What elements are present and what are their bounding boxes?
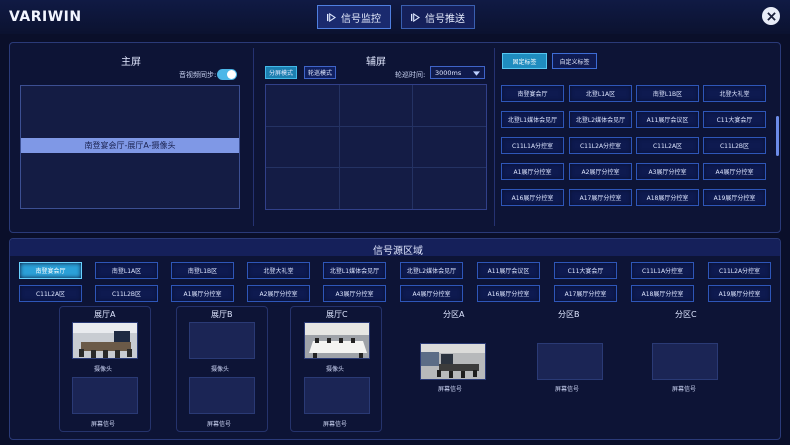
main-screen-preview[interactable]: 南登宴会厅-展厅A-摄像头 <box>20 85 240 209</box>
close-button[interactable] <box>762 7 780 25</box>
close-icon <box>766 11 776 21</box>
av-sync-toggle[interactable] <box>217 69 237 80</box>
aux-screen-title: 辅屏 <box>366 57 386 68</box>
interval-value: 3000ms <box>435 68 462 77</box>
tag-item[interactable]: C11L2A分控室 <box>569 137 632 154</box>
signal-button[interactable]: 北登L2媒体会见厅 <box>400 262 463 279</box>
main-screen-source-bar: 南登宴会厅-展厅A-摄像头 <box>21 138 239 153</box>
tag-item[interactable]: 南登L1B区 <box>636 85 699 102</box>
hall-c-camera-thumbnail[interactable] <box>304 322 370 359</box>
hall-b-camera-caption: 摄像头 <box>211 366 230 373</box>
signal-button[interactable]: C11L2A区 <box>19 285 82 302</box>
tag-item[interactable]: A19展厅分控室 <box>703 189 766 206</box>
signal-button[interactable]: A4展厅分控室 <box>400 285 463 302</box>
signal-button[interactable]: A18展厅分控室 <box>631 285 694 302</box>
tag-item[interactable]: 北登L2媒体会见厅 <box>569 111 632 128</box>
tag-item[interactable]: A4展厅分控室 <box>703 163 766 180</box>
signal-button[interactable]: 南登L1B区 <box>171 262 234 279</box>
tab-signal-push[interactable]: 信号推送 <box>401 5 475 29</box>
tab-label: 信号监控 <box>341 13 381 25</box>
signal-source-title: 信号源区域 <box>373 246 423 257</box>
tag-item[interactable]: C11大宴会厅 <box>703 111 766 128</box>
panel-divider <box>253 48 254 226</box>
main-screen-title: 主屏 <box>121 57 141 68</box>
tab-label: 信号推送 <box>425 13 465 25</box>
zone-b-title: 分区B <box>558 310 580 319</box>
meeting-room-image <box>421 344 485 379</box>
split-mode-button[interactable]: 分屏模式 <box>265 66 297 79</box>
hall-c-title: 展厅C <box>326 310 348 319</box>
tag-item[interactable]: A2展厅分控室 <box>569 163 632 180</box>
zone-a-title: 分区A <box>443 310 465 319</box>
tag-item[interactable]: A18展厅分控室 <box>636 189 699 206</box>
zone-a-screen-thumbnail[interactable] <box>420 343 486 380</box>
panel-divider <box>494 48 495 226</box>
play-skip-icon <box>327 12 336 22</box>
zone-b-screen-thumbnail[interactable] <box>537 343 603 380</box>
chevron-down-icon <box>473 71 480 76</box>
signal-button[interactable]: 北登大礼堂 <box>247 262 310 279</box>
zone-b-screen-caption: 屏幕信号 <box>555 386 580 393</box>
signal-button[interactable]: A2展厅分控室 <box>247 285 310 302</box>
interval-select[interactable]: 3000ms <box>430 66 485 79</box>
signal-button[interactable]: C11L2A分控室 <box>708 262 771 279</box>
zone-c-screen-caption: 屏幕信号 <box>672 386 697 393</box>
interval-label: 轮巡时间: <box>395 71 426 79</box>
tags-scrollbar[interactable] <box>776 116 779 156</box>
signal-button[interactable]: A11展厅会议区 <box>477 262 540 279</box>
conference-room-image <box>305 323 369 358</box>
hall-c-camera-caption: 摄像头 <box>326 366 345 373</box>
signal-button[interactable]: A17展厅分控室 <box>554 285 617 302</box>
tag-item[interactable]: A17展厅分控室 <box>569 189 632 206</box>
tag-item[interactable]: C11L1A分控室 <box>501 137 564 154</box>
av-sync-label: 音视频同步: <box>179 71 217 79</box>
signal-button[interactable]: C11大宴会厅 <box>554 262 617 279</box>
meeting-room-image <box>73 323 137 358</box>
hall-c-screen-caption: 屏幕信号 <box>323 421 348 428</box>
tab-fixed-tags[interactable]: 固定标签 <box>502 53 547 69</box>
top-bar: VARIWIN 信号监控 信号推送 <box>0 0 790 34</box>
hall-b-screen-thumbnail[interactable] <box>189 377 255 414</box>
signal-button[interactable]: 南登宴会厅 <box>19 262 82 279</box>
aux-split-grid[interactable] <box>265 84 487 210</box>
tag-item[interactable]: A11展厅会议区 <box>636 111 699 128</box>
signal-button[interactable]: C11L1A分控室 <box>631 262 694 279</box>
tag-item[interactable]: 北登大礼堂 <box>703 85 766 102</box>
tag-item[interactable]: A3展厅分控室 <box>636 163 699 180</box>
tag-item[interactable]: 北登L1A区 <box>569 85 632 102</box>
signal-button[interactable]: 北登L1媒体会见厅 <box>323 262 386 279</box>
hall-a-camera-thumbnail[interactable] <box>72 322 138 359</box>
tab-signal-monitor[interactable]: 信号监控 <box>317 5 391 29</box>
signal-button[interactable]: 南登L1A区 <box>95 262 158 279</box>
zone-c-screen-thumbnail[interactable] <box>652 343 718 380</box>
hall-a-screen-caption: 屏幕信号 <box>91 421 116 428</box>
tag-item[interactable]: 南登宴会厅 <box>501 85 564 102</box>
signal-button[interactable]: C11L2B区 <box>95 285 158 302</box>
tag-item[interactable]: C11L2A区 <box>636 137 699 154</box>
zone-a-screen-caption: 屏幕信号 <box>438 386 463 393</box>
rotation-mode-button[interactable]: 轮巡模式 <box>304 66 336 79</box>
hall-c-screen-thumbnail[interactable] <box>304 377 370 414</box>
hall-a-title: 展厅A <box>94 310 116 319</box>
tab-custom-tags[interactable]: 自定义标签 <box>552 53 597 69</box>
tag-item[interactable]: C11L2B区 <box>703 137 766 154</box>
hall-b-camera-thumbnail[interactable] <box>189 322 255 359</box>
hall-b-title: 展厅B <box>211 310 233 319</box>
hall-a-camera-caption: 摄像头 <box>94 366 113 373</box>
signal-button[interactable]: A3展厅分控室 <box>323 285 386 302</box>
logo: VARIWIN <box>9 9 82 25</box>
signal-button[interactable]: A16展厅分控室 <box>477 285 540 302</box>
zone-c-title: 分区C <box>675 310 697 319</box>
signal-button[interactable]: A19展厅分控室 <box>708 285 771 302</box>
tag-item[interactable]: 北登L1媒体会见厅 <box>501 111 564 128</box>
tag-item[interactable]: A1展厅分控室 <box>501 163 564 180</box>
hall-b-screen-caption: 屏幕信号 <box>207 421 232 428</box>
tag-item[interactable]: A16展厅分控室 <box>501 189 564 206</box>
signal-button[interactable]: A1展厅分控室 <box>171 285 234 302</box>
hall-a-screen-thumbnail[interactable] <box>72 377 138 414</box>
play-skip-icon <box>411 12 420 22</box>
